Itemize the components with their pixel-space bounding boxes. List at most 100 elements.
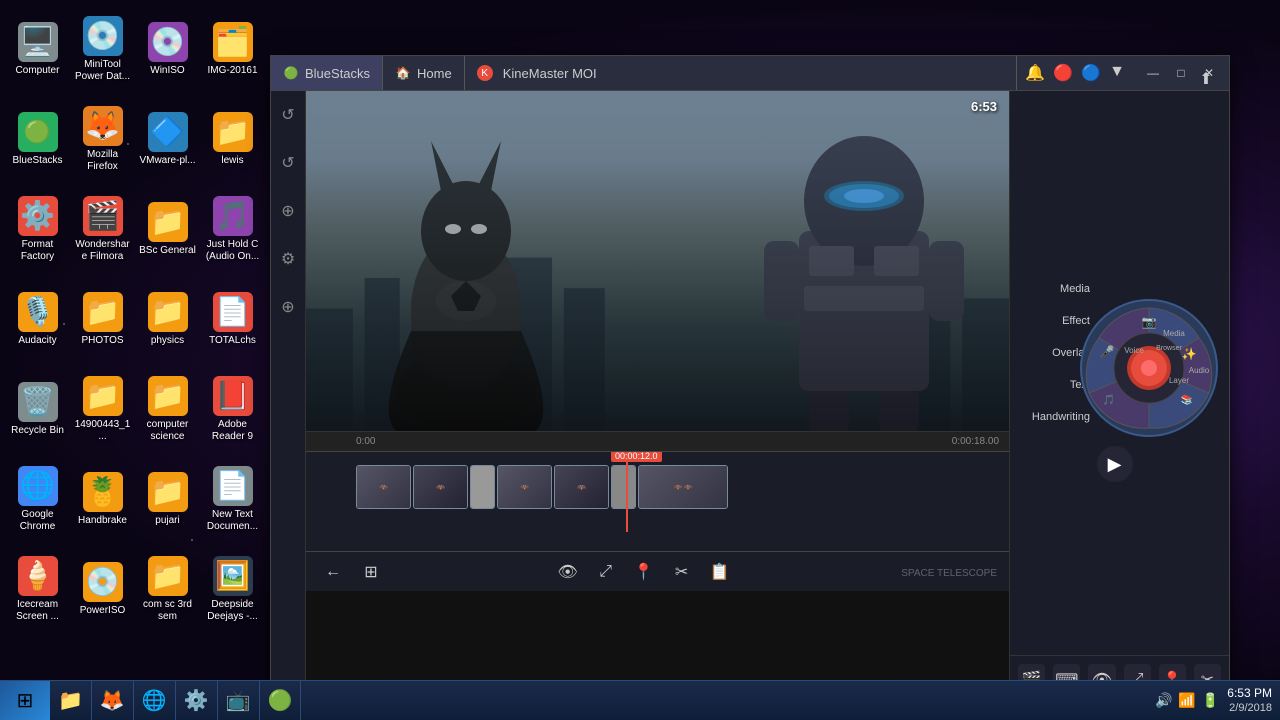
fullscreen-button[interactable]: ⤢ [591,557,621,587]
clip-thumb-4: 🦇 [498,466,551,508]
firefox-icon: 🦊 [83,106,123,146]
desktop-icon-totalchs[interactable]: 📄 TOTALchs [200,275,265,363]
clip-4[interactable]: 🦇 [497,465,552,509]
bsc-icon: 📁 [148,202,188,242]
desktop-icon-format-factory[interactable]: ⚙️ Format Factory [5,185,70,273]
desktop-icon-bluestacks[interactable]: 🟢 BlueStacks [5,95,70,183]
alert-icon[interactable]: 🔴 [1053,63,1073,83]
kinemaster-tab-icon: K [477,65,493,81]
audacity-label: Audacity [18,335,56,347]
desktop-icon-handbrake[interactable]: 🍍 Handbrake [70,455,135,543]
back-arrow-button[interactable]: ← [318,557,348,587]
desktop-icon-audacity[interactable]: 🎙️ Audacity [5,275,70,363]
taskbar-item-bluestacks[interactable]: 🟢 [260,681,302,720]
firefox-taskbar-icon: 🦊 [100,688,125,713]
taskbar-item-format-factory[interactable]: ⚙️ [176,681,218,720]
maximize-button[interactable]: □ [1169,61,1193,85]
desktop: 🖥️ Computer 💿 MiniTool Power Dat... 💿 Wi… [0,0,1280,720]
photos-icon: 📁 [83,292,123,332]
desktop-icon-wondershare[interactable]: 🎬 Wondershare Filmora [70,185,135,273]
format-factory-icon: ⚙️ [18,196,58,236]
desktop-icon-recycle-bin[interactable]: 🗑️ Recycle Bin [5,365,70,453]
dropdown-icon[interactable]: ▼ [1109,63,1125,83]
clip-6[interactable] [611,465,636,509]
desktop-icon-deepside[interactable]: 🖼️ Deepside Deejays -... [200,545,265,633]
desktop-icon-adobe-reader[interactable]: 📕 Adobe Reader 9 [200,365,265,453]
desktop-icon-photos[interactable]: 📁 PHOTOS [70,275,135,363]
desktop-icon-vmware[interactable]: 🔷 VMware-pl... [135,95,200,183]
tray-battery-icon[interactable]: 🔋 [1202,692,1219,709]
desktop-icon-winiso[interactable]: 💿 WinISO [135,5,200,93]
atmospheric-overlay [306,91,1009,431]
desktop-icon-physics[interactable]: 📁 physics [135,275,200,363]
eye-button[interactable]: 👁 [553,557,583,587]
notification-icon[interactable]: 🔔 [1025,63,1045,83]
taskbar-item-explorer[interactable]: 📁 [50,681,92,720]
desktop-icon-minitool[interactable]: 💿 MiniTool Power Dat... [70,5,135,93]
poweriso-icon: 💿 [83,562,123,602]
clip-5[interactable]: 🦇 [554,465,609,509]
taskbar-clock[interactable]: 6:53 PM 2/9/2018 [1227,686,1280,716]
menu-label-media[interactable]: Media [1020,283,1090,295]
14900443-icon: 📁 [83,376,123,416]
clip-2[interactable]: 🦇 [413,465,468,509]
desktop-icon-14900443[interactable]: 📁 14900443_1... [70,365,135,453]
layers-button[interactable]: ⊞ [356,557,386,587]
minimize-button[interactable]: — [1141,61,1165,85]
scissors-button[interactable]: ✂ [667,557,697,587]
desktop-icon-lewis[interactable]: 📁 lewis [200,95,265,183]
clip-1[interactable]: 🦇 [356,465,411,509]
svg-text:Browser: Browser [1156,345,1182,352]
location-button[interactable]: 📍 [629,557,659,587]
taskbar-item-firefox[interactable]: 🦊 [92,681,134,720]
desktop-icon-computer[interactable]: 🖥️ Computer [5,5,70,93]
taskbar-item-chrome[interactable]: 🌐 [134,681,176,720]
desktop-icon-img20161[interactable]: 🗂️ IMG-20161 [200,5,265,93]
start-button[interactable]: ⊞ [0,681,50,720]
playhead[interactable]: 00:00:12.0 [626,452,628,532]
desktop-icon-google-chrome[interactable]: 🌐 Google Chrome [5,455,70,543]
desktop-icon-firefox[interactable]: 🦊 Mozilla Firefox [70,95,135,183]
batman-scene [306,91,1009,431]
bsc-label: BSc General [139,245,196,257]
desktop-icon-icecream[interactable]: 🍦 Icecream Screen ... [5,545,70,633]
desktop-icon-com-sc[interactable]: 📁 com sc 3rd sem [135,545,200,633]
poweriso-label: PowerISO [80,605,126,617]
14900443-label: 14900443_1... [74,419,131,443]
desktop-icon-just-hold[interactable]: 🎵 Just Hold C (Audio On... [200,185,265,273]
tab-kinemaster[interactable]: K KineMaster MOI [465,56,1018,90]
sidebar-refresh-btn[interactable]: ↺ [274,101,302,129]
desktop-icon-new-text[interactable]: 📄 New Text Documen... [200,455,265,543]
taskbar: ⊞ 📁 🦊 🌐 ⚙️ 📺 🟢 🔊 📶 🔋 [0,680,1280,720]
new-text-icon: 📄 [213,466,253,506]
desktop-icon-poweriso[interactable]: 💿 PowerISO [70,545,135,633]
taskbar-item-media[interactable]: 📺 [218,681,260,720]
tab-home[interactable]: 🏠 Home [383,56,465,90]
wondershare-label: Wondershare Filmora [74,239,131,263]
clip-3[interactable] [470,465,495,509]
tray-network-icon[interactable]: 📶 [1178,692,1195,709]
clip-7[interactable]: 🦇🦇 [638,465,728,509]
wondershare-icon: 🎬 [83,196,123,236]
sidebar-share-btn[interactable]: ⊕ [274,197,302,225]
handbrake-icon: 🍍 [83,472,123,512]
desktop-icon-computer-sci[interactable]: 📁 computer science [135,365,200,453]
chrome-taskbar-icon: 🌐 [142,688,167,713]
sidebar-back-btn[interactable]: ↺ [274,149,302,177]
tray-volume-icon[interactable]: 🔊 [1155,692,1172,709]
sidebar-settings-btn[interactable]: ⚙ [274,245,302,273]
desktop-icon-bsc[interactable]: 📁 BSc General [135,185,200,273]
desktop-icon-pujari[interactable]: 📁 pujari [135,455,200,543]
info-icon[interactable]: 🔵 [1081,63,1101,83]
copy-button[interactable]: 📋 [705,557,735,587]
export-button[interactable]: ⬆ [1191,91,1221,94]
computer-label: Computer [16,65,60,77]
adobe-reader-icon: 📕 [213,376,253,416]
window-content: ↺ ↺ ⊕ ⚙ ⊕ [271,91,1229,704]
winiso-icon: 💿 [148,22,188,62]
svg-text:Media: Media [1163,329,1185,338]
sidebar-add-btn[interactable]: ⊕ [274,293,302,321]
tab-bluestacks[interactable]: 🟢 BlueStacks [271,56,383,90]
lewis-label: lewis [221,155,243,167]
audacity-icon: 🎙️ [18,292,58,332]
